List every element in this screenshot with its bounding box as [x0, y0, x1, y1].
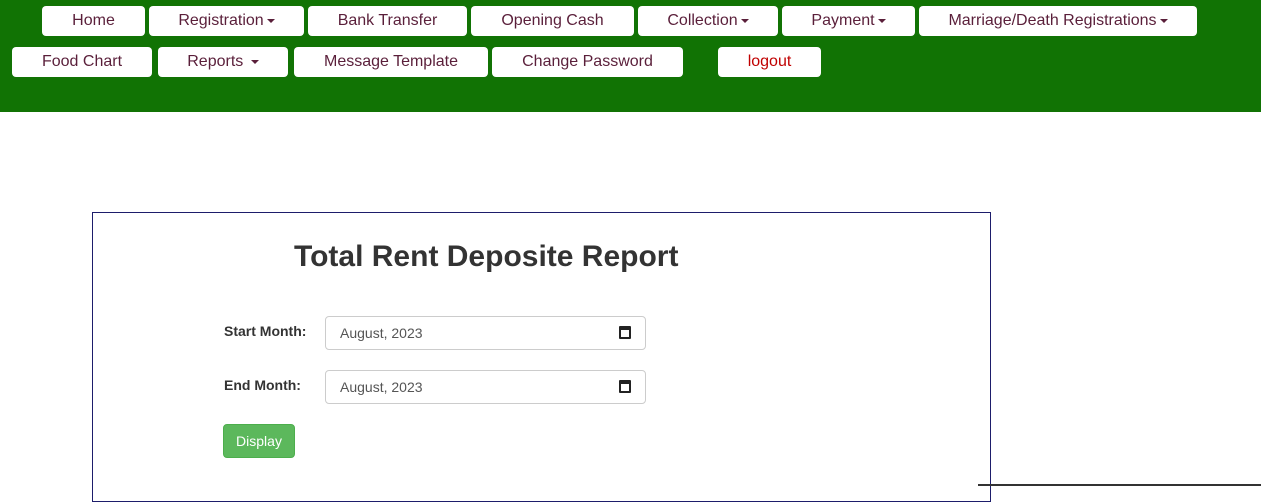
nav-payment-dropdown[interactable]: Payment — [782, 6, 915, 36]
nav-home-button[interactable]: Home — [42, 6, 145, 36]
display-button[interactable]: Display — [223, 424, 295, 458]
start-month-value: August, 2023 — [340, 325, 423, 341]
nav-reports-dropdown[interactable]: Reports — [158, 47, 288, 77]
caret-down-icon — [877, 18, 886, 23]
nav-collection-dropdown[interactable]: Collection — [638, 6, 778, 36]
nav-payment-label: Payment — [811, 12, 875, 29]
page-title: Total Rent Deposite Report — [294, 240, 679, 273]
nav-bank-transfer-label: Bank Transfer — [337, 12, 438, 29]
nav-bank-transfer-button[interactable]: Bank Transfer — [308, 6, 467, 36]
nav-marriage-death-label: Marriage/Death Registrations — [948, 12, 1157, 29]
nav-registration-dropdown[interactable]: Registration — [149, 6, 304, 36]
nav-message-template-button[interactable]: Message Template — [294, 47, 488, 77]
calendar-icon[interactable] — [619, 326, 631, 339]
caret-down-icon — [250, 59, 259, 64]
nav-registration-label: Registration — [178, 12, 264, 29]
end-month-value: August, 2023 — [340, 379, 423, 395]
nav-message-template-label: Message Template — [324, 53, 458, 70]
nav-collection-label: Collection — [667, 12, 738, 29]
nav-logout-label: logout — [747, 53, 792, 70]
start-month-label: Start Month: — [224, 323, 307, 339]
nav-logout-button[interactable]: logout — [718, 47, 821, 77]
end-month-input[interactable]: August, 2023 — [325, 370, 646, 404]
nav-change-password-label: Change Password — [522, 53, 653, 70]
nav-food-chart-label: Food Chart — [41, 53, 123, 70]
nav-home-label: Home — [72, 12, 115, 29]
caret-down-icon — [740, 18, 749, 23]
top-navigation-bar: Home Registration Bank Transfer Opening … — [0, 0, 1261, 112]
calendar-icon[interactable] — [619, 380, 631, 393]
nav-food-chart-button[interactable]: Food Chart — [12, 47, 152, 77]
end-month-label: End Month: — [224, 377, 301, 393]
nav-change-password-button[interactable]: Change Password — [492, 47, 683, 77]
caret-down-icon — [266, 18, 275, 23]
nav-reports-label: Reports — [187, 53, 244, 70]
nav-marriage-death-dropdown[interactable]: Marriage/Death Registrations — [919, 6, 1197, 36]
nav-opening-cash-button[interactable]: Opening Cash — [471, 6, 634, 36]
start-month-input[interactable]: August, 2023 — [325, 316, 646, 350]
caret-down-icon — [1159, 18, 1168, 23]
nav-opening-cash-label: Opening Cash — [501, 12, 604, 29]
